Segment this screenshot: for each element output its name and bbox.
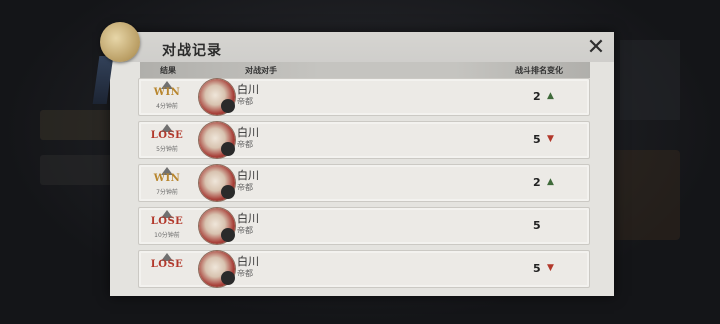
result-text: WIN [153, 87, 181, 98]
opponent-name: 白川 [237, 126, 259, 139]
opponent-name: 白川 [237, 83, 259, 96]
record-row[interactable]: WIN 4分钟前 白川 帝都 2 ▲ [138, 78, 590, 116]
column-opponent: 对战对手 [245, 65, 277, 75]
avatar-level-icon [221, 99, 235, 113]
opponent-name: 白川 [237, 212, 259, 225]
avatar-level-icon [221, 228, 235, 242]
result-time: 7分钟前 [156, 189, 178, 196]
column-result: 结果 [160, 65, 176, 75]
close-icon: ✕ [586, 35, 606, 60]
rank-up-arrow-icon: ▲ [547, 177, 554, 187]
seal-emblem-icon [100, 22, 140, 62]
opponent-server: 帝都 [237, 140, 253, 149]
rank-up-arrow-icon: ▲ [547, 91, 554, 101]
rank-value: 2 [533, 90, 541, 103]
avatar-level-icon [221, 271, 235, 285]
rank-value: 2 [533, 176, 541, 189]
rank-value: 5 [533, 262, 541, 275]
result-badge: LOSE [145, 253, 189, 285]
column-rank-change: 战斗排名变化 [515, 65, 563, 75]
rank-down-arrow-icon: ▼ [547, 263, 554, 273]
opponent-server: 帝都 [237, 269, 253, 278]
result-text: LOSE [150, 259, 184, 270]
panel-header: 对战记录 ✕ [110, 32, 614, 62]
result-badge: WIN 4分钟前 [145, 81, 189, 113]
result-text: WIN [153, 173, 181, 184]
record-row[interactable]: LOSE 5分钟前 白川 帝都 5 ▼ [138, 121, 590, 159]
result-time: 5分钟前 [156, 146, 178, 153]
background-card [610, 150, 680, 240]
rank-down-arrow-icon: ▼ [547, 134, 554, 144]
record-row[interactable]: LOSE 10分钟前 白川 帝都 5 [138, 207, 590, 245]
background-button [40, 155, 115, 185]
rank-value: 5 [533, 219, 541, 232]
result-text: LOSE [150, 130, 184, 141]
background-panel [620, 40, 680, 120]
result-text: LOSE [150, 216, 184, 227]
close-button[interactable]: ✕ [584, 36, 608, 60]
record-row[interactable]: LOSE 白川 帝都 5 ▼ [138, 250, 590, 288]
opponent-server: 帝都 [237, 97, 253, 106]
record-row[interactable]: WIN 7分钟前 白川 帝都 2 ▲ [138, 164, 590, 202]
battle-record-panel: 对战记录 ✕ 结果 对战对手 战斗排名变化 WIN 4分钟前 白川 帝都 2 ▲ LOSE 5… [110, 32, 614, 296]
result-badge: LOSE 5分钟前 [145, 124, 189, 156]
opponent-name: 白川 [237, 255, 259, 268]
opponent-name: 白川 [237, 169, 259, 182]
result-time: 4分钟前 [156, 103, 178, 110]
panel-title: 对战记录 [162, 43, 222, 59]
avatar-level-icon [221, 142, 235, 156]
opponent-server: 帝都 [237, 183, 253, 192]
opponent-server: 帝都 [237, 226, 253, 235]
result-badge: LOSE 10分钟前 [145, 210, 189, 242]
result-time: 10分钟前 [154, 232, 180, 239]
result-badge: WIN 7分钟前 [145, 167, 189, 199]
avatar-level-icon [221, 185, 235, 199]
column-header: 结果 对战对手 战斗排名变化 [140, 62, 590, 78]
background-button [40, 110, 115, 140]
rank-value: 5 [533, 133, 541, 146]
